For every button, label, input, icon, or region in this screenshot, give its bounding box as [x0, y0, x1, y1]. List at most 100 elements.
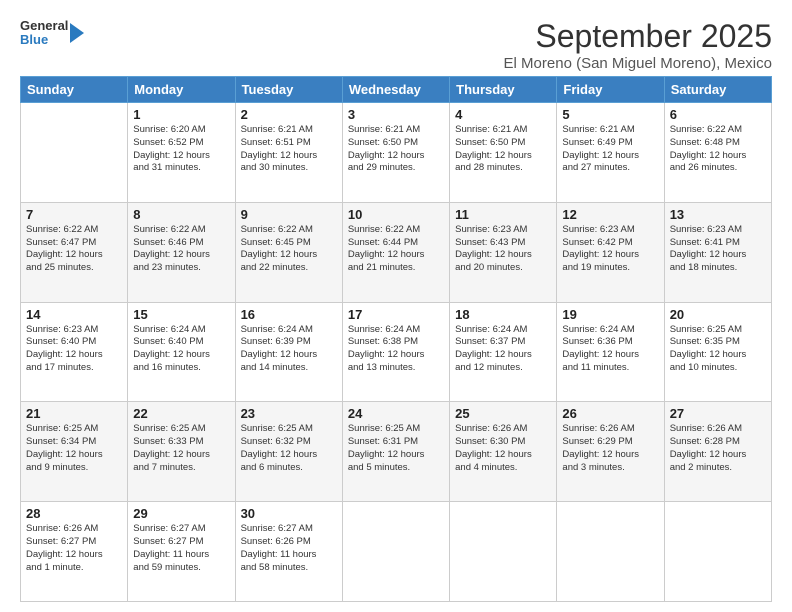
calendar-header-row: Sunday Monday Tuesday Wednesday Thursday…	[21, 77, 772, 103]
day-content: Sunrise: 6:27 AM Sunset: 6:26 PM Dayligh…	[241, 523, 337, 574]
subtitle: El Moreno (San Miguel Moreno), Mexico	[504, 55, 772, 72]
day-number: 20	[670, 307, 766, 322]
calendar-cell	[557, 502, 664, 602]
calendar-week-1: 1 Sunrise: 6:20 AM Sunset: 6:52 PM Daylig…	[21, 103, 772, 203]
calendar-cell: 13Sunrise: 6:23 AM Sunset: 6:41 PM Dayli…	[664, 202, 771, 302]
calendar-cell: 23Sunrise: 6:25 AM Sunset: 6:32 PM Dayli…	[235, 402, 342, 502]
calendar-cell: 20 Sunrise: 6:25 AM Sunset: 6:35 PM Dayli…	[664, 302, 771, 402]
day-number: 26	[562, 406, 658, 421]
calendar-cell: 16 Sunrise: 6:24 AM Sunset: 6:39 PM Dayli…	[235, 302, 342, 402]
day-number: 17	[348, 307, 444, 322]
header-monday: Monday	[128, 77, 235, 103]
calendar-cell	[21, 103, 128, 203]
day-content: Sunrise: 6:25 AM Sunset: 6:34 PM Dayligh…	[26, 423, 122, 474]
calendar-cell: 24 Sunrise: 6:25 AM Sunset: 6:31 PM Dayli…	[342, 402, 449, 502]
calendar-week-2: 7Sunrise: 6:22 AM Sunset: 6:47 PM Daylig…	[21, 202, 772, 302]
logo-general-text: General	[20, 19, 68, 33]
calendar-cell: 3 Sunrise: 6:21 AM Sunset: 6:50 PM Daylig…	[342, 103, 449, 203]
calendar-cell: 22 Sunrise: 6:25 AM Sunset: 6:33 PM Dayli…	[128, 402, 235, 502]
day-content: Sunrise: 6:22 AM Sunset: 6:45 PM Dayligh…	[241, 224, 337, 275]
day-number: 10	[348, 207, 444, 222]
day-number: 30	[241, 506, 337, 521]
calendar-cell	[450, 502, 557, 602]
day-content: Sunrise: 6:22 AM Sunset: 6:46 PM Dayligh…	[133, 224, 229, 275]
day-number: 28	[26, 506, 122, 521]
day-content: Sunrise: 6:25 AM Sunset: 6:35 PM Dayligh…	[670, 324, 766, 375]
calendar-cell: 8 Sunrise: 6:22 AM Sunset: 6:46 PM Daylig…	[128, 202, 235, 302]
calendar-cell: 19 Sunrise: 6:24 AM Sunset: 6:36 PM Dayli…	[557, 302, 664, 402]
day-content: Sunrise: 6:21 AM Sunset: 6:50 PM Dayligh…	[348, 124, 444, 175]
day-number: 11	[455, 207, 551, 222]
day-content: Sunrise: 6:24 AM Sunset: 6:38 PM Dayligh…	[348, 324, 444, 375]
calendar-week-4: 21Sunrise: 6:25 AM Sunset: 6:34 PM Dayli…	[21, 402, 772, 502]
day-number: 16	[241, 307, 337, 322]
title-section: September 2025 El Moreno (San Miguel Mor…	[504, 18, 772, 72]
day-number: 27	[670, 406, 766, 421]
calendar-cell: 1 Sunrise: 6:20 AM Sunset: 6:52 PM Daylig…	[128, 103, 235, 203]
calendar-cell: 21Sunrise: 6:25 AM Sunset: 6:34 PM Dayli…	[21, 402, 128, 502]
day-number: 15	[133, 307, 229, 322]
day-number: 1	[133, 107, 229, 122]
calendar-cell: 9 Sunrise: 6:22 AM Sunset: 6:45 PM Daylig…	[235, 202, 342, 302]
day-content: Sunrise: 6:25 AM Sunset: 6:31 PM Dayligh…	[348, 423, 444, 474]
calendar-table: Sunday Monday Tuesday Wednesday Thursday…	[20, 76, 772, 602]
day-number: 14	[26, 307, 122, 322]
day-content: Sunrise: 6:25 AM Sunset: 6:33 PM Dayligh…	[133, 423, 229, 474]
day-content: Sunrise: 6:23 AM Sunset: 6:43 PM Dayligh…	[455, 224, 551, 275]
day-number: 22	[133, 406, 229, 421]
calendar-cell: 2 Sunrise: 6:21 AM Sunset: 6:51 PM Daylig…	[235, 103, 342, 203]
day-content: Sunrise: 6:23 AM Sunset: 6:42 PM Dayligh…	[562, 224, 658, 275]
logo-arrow-icon	[68, 18, 86, 48]
day-content: Sunrise: 6:26 AM Sunset: 6:29 PM Dayligh…	[562, 423, 658, 474]
header-sunday: Sunday	[21, 77, 128, 103]
calendar-cell: 10Sunrise: 6:22 AM Sunset: 6:44 PM Dayli…	[342, 202, 449, 302]
calendar-cell: 6Sunrise: 6:22 AM Sunset: 6:48 PM Daylig…	[664, 103, 771, 203]
day-content: Sunrise: 6:21 AM Sunset: 6:51 PM Dayligh…	[241, 124, 337, 175]
calendar-cell: 14Sunrise: 6:23 AM Sunset: 6:40 PM Dayli…	[21, 302, 128, 402]
calendar-cell: 7Sunrise: 6:22 AM Sunset: 6:47 PM Daylig…	[21, 202, 128, 302]
day-content: Sunrise: 6:22 AM Sunset: 6:47 PM Dayligh…	[26, 224, 122, 275]
day-content: Sunrise: 6:26 AM Sunset: 6:27 PM Dayligh…	[26, 523, 122, 574]
calendar-cell: 12Sunrise: 6:23 AM Sunset: 6:42 PM Dayli…	[557, 202, 664, 302]
day-number: 8	[133, 207, 229, 222]
day-number: 3	[348, 107, 444, 122]
day-number: 24	[348, 406, 444, 421]
day-content: Sunrise: 6:26 AM Sunset: 6:30 PM Dayligh…	[455, 423, 551, 474]
day-content: Sunrise: 6:22 AM Sunset: 6:48 PM Dayligh…	[670, 124, 766, 175]
header-friday: Friday	[557, 77, 664, 103]
day-content: Sunrise: 6:24 AM Sunset: 6:40 PM Dayligh…	[133, 324, 229, 375]
month-title: September 2025	[504, 18, 772, 55]
calendar-cell: 5 Sunrise: 6:21 AM Sunset: 6:49 PM Daylig…	[557, 103, 664, 203]
day-content: Sunrise: 6:21 AM Sunset: 6:49 PM Dayligh…	[562, 124, 658, 175]
day-content: Sunrise: 6:24 AM Sunset: 6:36 PM Dayligh…	[562, 324, 658, 375]
logo-blue-text: Blue	[20, 33, 68, 47]
logo: General Blue	[20, 18, 86, 48]
page: General Blue September 2025 El Moreno (S…	[0, 0, 792, 612]
day-number: 23	[241, 406, 337, 421]
calendar-cell: 11 Sunrise: 6:23 AM Sunset: 6:43 PM Dayli…	[450, 202, 557, 302]
calendar-week-5: 28 Sunrise: 6:26 AM Sunset: 6:27 PM Dayli…	[21, 502, 772, 602]
day-number: 25	[455, 406, 551, 421]
calendar-cell: 27Sunrise: 6:26 AM Sunset: 6:28 PM Dayli…	[664, 402, 771, 502]
calendar-cell	[342, 502, 449, 602]
header-thursday: Thursday	[450, 77, 557, 103]
day-number: 9	[241, 207, 337, 222]
header-tuesday: Tuesday	[235, 77, 342, 103]
calendar-cell: 17 Sunrise: 6:24 AM Sunset: 6:38 PM Dayli…	[342, 302, 449, 402]
header-saturday: Saturday	[664, 77, 771, 103]
day-number: 19	[562, 307, 658, 322]
day-content: Sunrise: 6:24 AM Sunset: 6:39 PM Dayligh…	[241, 324, 337, 375]
day-number: 29	[133, 506, 229, 521]
calendar-cell: 29 Sunrise: 6:27 AM Sunset: 6:27 PM Dayli…	[128, 502, 235, 602]
day-content: Sunrise: 6:27 AM Sunset: 6:27 PM Dayligh…	[133, 523, 229, 574]
day-number: 4	[455, 107, 551, 122]
day-number: 5	[562, 107, 658, 122]
calendar-cell: 26 Sunrise: 6:26 AM Sunset: 6:29 PM Dayli…	[557, 402, 664, 502]
calendar-cell: 25 Sunrise: 6:26 AM Sunset: 6:30 PM Dayli…	[450, 402, 557, 502]
day-number: 18	[455, 307, 551, 322]
calendar-cell: 15 Sunrise: 6:24 AM Sunset: 6:40 PM Dayli…	[128, 302, 235, 402]
day-content: Sunrise: 6:23 AM Sunset: 6:41 PM Dayligh…	[670, 224, 766, 275]
day-number: 2	[241, 107, 337, 122]
day-content: Sunrise: 6:20 AM Sunset: 6:52 PM Dayligh…	[133, 124, 229, 175]
calendar-cell	[664, 502, 771, 602]
